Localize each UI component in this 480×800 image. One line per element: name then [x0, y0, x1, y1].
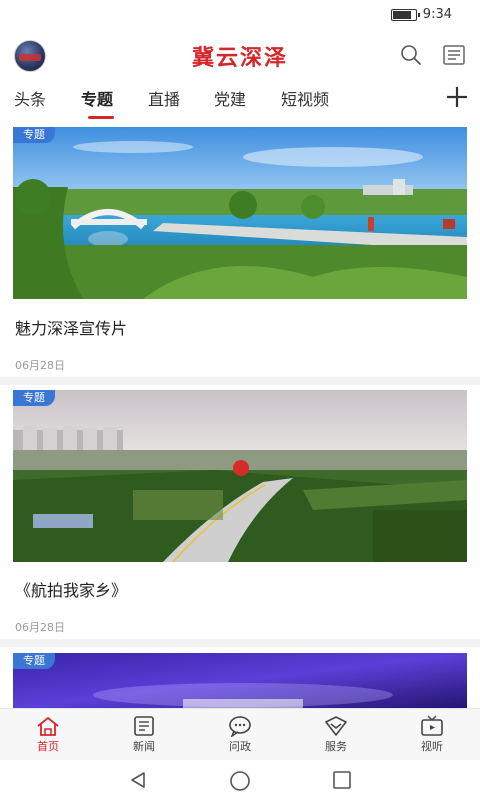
- battery-icon: [390, 8, 420, 21]
- recents-icon[interactable]: [332, 770, 352, 790]
- tab-short-video[interactable]: 短视频: [281, 86, 329, 110]
- nav-av[interactable]: 视听: [402, 715, 462, 754]
- purple-banner-photo: [13, 653, 467, 709]
- nav-home[interactable]: 首页: [18, 715, 78, 754]
- home-circle-icon[interactable]: [229, 770, 251, 792]
- tv-icon: [421, 715, 443, 736]
- nav-inquiry[interactable]: 问政: [210, 715, 270, 754]
- newspaper-icon[interactable]: [442, 43, 466, 67]
- card-divider: [0, 639, 480, 647]
- home-icon: [37, 716, 59, 736]
- category-tabs: 头条 专题 直播 党建 短视频: [0, 86, 480, 120]
- card-title[interactable]: 魅力深泽宣传片: [15, 315, 127, 339]
- chat-icon: [229, 716, 251, 737]
- aerial-town-photo: [13, 390, 467, 562]
- search-icon[interactable]: [400, 44, 422, 66]
- status-time: 9:34: [422, 7, 452, 22]
- park-bridge-photo: [13, 127, 467, 299]
- nav-label: 视听: [421, 740, 443, 753]
- card-date: 06月28日: [15, 621, 65, 634]
- battery-fill: [392, 10, 412, 19]
- status-right: 9:34: [390, 7, 452, 22]
- topic-tag: 专题: [13, 653, 55, 669]
- service-icon: [324, 716, 348, 737]
- card-thumbnail[interactable]: 专题: [13, 390, 467, 562]
- news-icon: [134, 716, 154, 736]
- bottom-nav: 首页 新闻 问政 服务 视听: [0, 708, 480, 760]
- nav-label: 服务: [325, 740, 347, 753]
- tab-topics[interactable]: 专题: [81, 86, 113, 110]
- card-thumbnail[interactable]: 专题: [13, 127, 467, 299]
- app-screen: 9:34 冀云深泽 头条 专题 直播 党建 短视频 专题 魅力深泽宣传片 06月…: [0, 0, 480, 800]
- card-title[interactable]: 《航拍我家乡》: [15, 577, 127, 601]
- topic-tag: 专题: [13, 390, 55, 406]
- status-bar: 9:34: [0, 0, 480, 30]
- back-icon[interactable]: [128, 770, 148, 790]
- app-header: 冀云深泽: [0, 34, 480, 76]
- tab-party[interactable]: 党建: [214, 86, 246, 110]
- topic-tag: 专题: [13, 127, 55, 143]
- nav-label: 首页: [37, 740, 59, 753]
- tab-headlines[interactable]: 头条: [14, 86, 46, 110]
- tab-live[interactable]: 直播: [148, 86, 180, 110]
- nav-service[interactable]: 服务: [306, 715, 366, 754]
- card-thumbnail[interactable]: 专题: [13, 653, 467, 709]
- nav-news[interactable]: 新闻: [114, 715, 174, 754]
- card-date: 06月28日: [15, 359, 65, 372]
- tab-active-indicator: [88, 116, 114, 119]
- add-channel-icon[interactable]: [444, 84, 470, 110]
- card-divider: [0, 377, 480, 385]
- nav-label: 新闻: [133, 740, 155, 753]
- system-nav-bar: [0, 760, 480, 800]
- nav-label: 问政: [229, 740, 251, 753]
